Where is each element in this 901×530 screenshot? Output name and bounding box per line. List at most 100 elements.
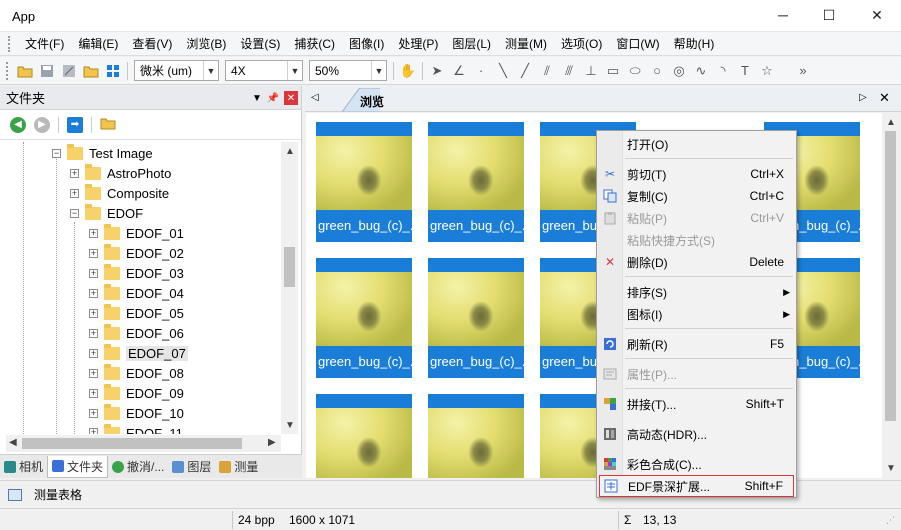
grid-icon[interactable]	[102, 60, 124, 82]
toolbar-grip[interactable]	[6, 61, 10, 80]
tree-vertical-scrollbar[interactable]: ▲ ▼	[281, 142, 298, 434]
tree-node-edof-10[interactable]: + EDOF_10	[89, 403, 184, 423]
parallel-lines-icon[interactable]: ⫽	[536, 60, 558, 82]
unit-select[interactable]: 微米 (um) ▼	[134, 60, 219, 81]
thumbnail-item[interactable]: green_bug_(c)_...	[428, 258, 524, 378]
menu-item-cut[interactable]: ✂ 剪切(T) Ctrl+X	[599, 163, 794, 185]
expand-icon[interactable]: +	[89, 428, 98, 434]
tab-undo[interactable]: 撤消/...	[108, 456, 168, 478]
document-close-icon[interactable]: ✕	[879, 90, 890, 106]
menu-item-hdr[interactable]: 高动态(HDR)...	[599, 423, 794, 445]
menu-edit[interactable]: 编辑(E)	[71, 33, 125, 55]
menu-grip[interactable]	[8, 35, 12, 52]
menu-item-properties[interactable]: 属性(P)...	[599, 363, 794, 385]
menu-item-delete[interactable]: ✕ 删除(D) Delete	[599, 251, 794, 273]
tree-node-edof-08[interactable]: + EDOF_08	[89, 363, 184, 383]
scroll-thumb[interactable]	[885, 131, 896, 421]
star-icon[interactable]: ☆	[756, 60, 778, 82]
expand-icon[interactable]: +	[89, 368, 98, 378]
expand-icon[interactable]: +	[70, 168, 79, 178]
scroll-thumb[interactable]	[284, 247, 295, 287]
thumbnail-item[interactable]: green_bug_(c)_...	[428, 122, 524, 242]
scroll-down-icon[interactable]: ▼	[886, 463, 896, 474]
hand-icon[interactable]: ✋	[397, 60, 419, 82]
arc-icon[interactable]: ◝	[712, 60, 734, 82]
tree-node-edof-02[interactable]: + EDOF_02	[89, 243, 184, 263]
magnification-select[interactable]: 4X ▼	[225, 60, 303, 81]
tree-horizontal-scrollbar[interactable]: ◀ ▶	[6, 435, 281, 452]
chevron-down-icon[interactable]: ▼	[287, 61, 302, 80]
menu-file[interactable]: 文件(F)	[18, 33, 71, 55]
pin-icon[interactable]: 📌	[266, 91, 280, 105]
tab-camera[interactable]: 相机	[0, 456, 47, 478]
open-folder-icon[interactable]	[100, 116, 116, 133]
circle-icon[interactable]: ○	[646, 60, 668, 82]
tab-browse[interactable]: 浏览	[342, 88, 396, 112]
line-icon[interactable]: ╲	[492, 60, 514, 82]
close-button[interactable]: ✕	[854, 0, 900, 30]
tab-layers[interactable]: 图层	[168, 456, 215, 478]
panel-menu-icon[interactable]: ▼	[250, 91, 264, 105]
pointer-icon[interactable]: ➤	[426, 60, 448, 82]
menu-window[interactable]: 窗口(W)	[609, 33, 666, 55]
expand-icon[interactable]: +	[89, 348, 98, 358]
menu-item-stitch[interactable]: 拼接(T)... Shift+T	[599, 393, 794, 415]
scroll-left-icon[interactable]: ◀	[9, 437, 17, 448]
save-as-icon[interactable]	[58, 60, 80, 82]
folder-icon[interactable]	[80, 60, 102, 82]
go-icon[interactable]: ➡	[67, 116, 83, 133]
scroll-thumb[interactable]	[22, 438, 242, 449]
thumbnail-item[interactable]	[428, 394, 524, 478]
tree-node-composite[interactable]: + Composite	[70, 183, 169, 203]
tree-node-edof-09[interactable]: + EDOF_09	[89, 383, 184, 403]
thumbnail-vertical-scrollbar[interactable]: ▲ ▼	[882, 113, 899, 478]
back-icon[interactable]: ◀	[10, 116, 26, 133]
menu-item-sort[interactable]: 排序(S) ▶	[599, 281, 794, 303]
minimize-button[interactable]: ─	[760, 0, 806, 30]
open-folder-icon[interactable]	[14, 60, 36, 82]
concentric-circle-icon[interactable]: ◎	[668, 60, 690, 82]
polyline-icon[interactable]: ∿	[690, 60, 712, 82]
tree-node-edof-05[interactable]: + EDOF_05	[89, 303, 184, 323]
menu-browse[interactable]: 浏览(B)	[179, 33, 233, 55]
tab-scroll-right-icon[interactable]: ▷	[859, 92, 867, 103]
menu-item-paste[interactable]: 粘贴(P) Ctrl+V	[599, 207, 794, 229]
menu-options[interactable]: 选项(O)	[554, 33, 609, 55]
tree-node-edof[interactable]: − EDOF	[70, 203, 143, 223]
tree-node-test-image[interactable]: − Test Image	[52, 143, 153, 163]
collapse-icon[interactable]: −	[70, 208, 79, 218]
menu-help[interactable]: 帮助(H)	[667, 33, 722, 55]
angle-icon[interactable]: ∠	[448, 60, 470, 82]
scroll-up-icon[interactable]: ▲	[285, 146, 295, 157]
expand-icon[interactable]: +	[89, 328, 98, 338]
scroll-up-icon[interactable]: ▲	[886, 117, 896, 128]
scroll-down-icon[interactable]: ▼	[285, 420, 295, 431]
menu-item-paste-shortcut[interactable]: 粘贴快捷方式(S)	[599, 229, 794, 251]
menu-item-copy[interactable]: 复制(C) Ctrl+C	[599, 185, 794, 207]
chevron-down-icon[interactable]: ▼	[203, 61, 218, 80]
chevron-down-icon[interactable]: ▼	[371, 61, 386, 80]
menu-item-edf[interactable]: EDF景深扩展... Shift+F	[599, 475, 794, 497]
toolbar-overflow-icon[interactable]: »	[792, 60, 814, 82]
menu-item-open[interactable]: 打开(O)	[599, 133, 794, 155]
tree-node-edof-01[interactable]: + EDOF_01	[89, 223, 184, 243]
expand-icon[interactable]: +	[89, 248, 98, 258]
tree-node-edof-06[interactable]: + EDOF_06	[89, 323, 184, 343]
tree-node-edof-03[interactable]: + EDOF_03	[89, 263, 184, 283]
tree-node-astrophoto[interactable]: + AstroPhoto	[70, 163, 171, 183]
zoom-select[interactable]: 50% ▼	[309, 60, 387, 81]
menu-layer[interactable]: 图层(L)	[445, 33, 498, 55]
tree-node-edof-07[interactable]: + EDOF_07	[89, 343, 188, 363]
thumbnail-item[interactable]	[316, 394, 412, 478]
point-icon[interactable]: ·	[470, 60, 492, 82]
multi-lines-icon[interactable]: ⫻	[558, 60, 580, 82]
panel-close-icon[interactable]: ✕	[284, 91, 298, 105]
menu-item-icons[interactable]: 图标(I) ▶	[599, 303, 794, 325]
menu-settings[interactable]: 设置(S)	[233, 33, 287, 55]
menu-process[interactable]: 处理(P)	[391, 33, 445, 55]
menu-item-refresh[interactable]: 刷新(R) F5	[599, 333, 794, 355]
ellipse-icon[interactable]: ⬭	[624, 60, 646, 82]
text-tool-icon[interactable]: T	[734, 60, 756, 82]
tree-node-edof-11[interactable]: + EDOF_11	[89, 423, 183, 434]
thumbnail-item[interactable]: green_bug_(c)_...	[316, 258, 412, 378]
